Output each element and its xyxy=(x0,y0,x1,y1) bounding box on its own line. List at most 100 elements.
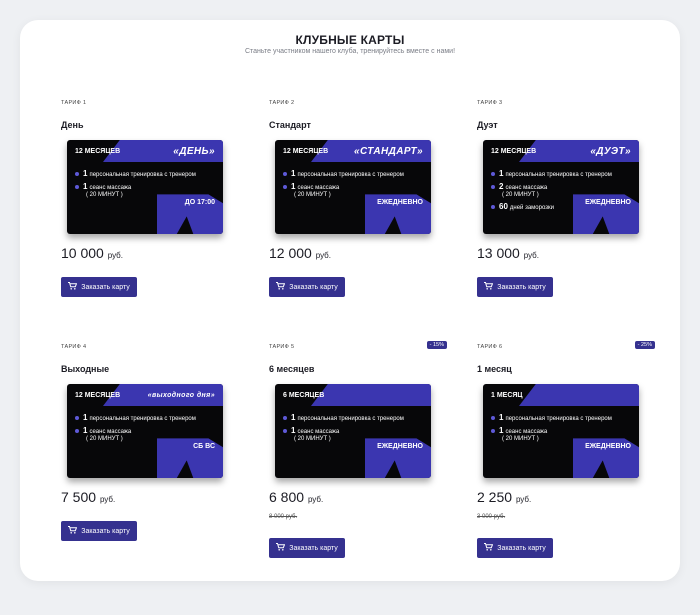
order-card-label: Заказать карту xyxy=(81,527,130,535)
tariff-tile: ТАРИФ 6 - 25% 1 месяц 1 МЕСЯЦ 1 персональная … xyxy=(477,341,655,564)
tariff-name: Стандарт xyxy=(269,120,311,130)
feature-text: персональная тренировка с тренером xyxy=(89,172,196,178)
old-price: 3 000 руб. xyxy=(477,514,506,520)
cart-icon xyxy=(68,526,78,536)
club-card-image: 12 МЕСЯЦЕВ «СТАНДАРТ» 1 персональная тренир… xyxy=(275,140,431,234)
tariff-tag: ТАРИФ 6 xyxy=(477,344,503,350)
tariff-tag: ТАРИФ 3 xyxy=(477,100,503,106)
card-period: 12 МЕСЯЦЕВ xyxy=(491,148,537,155)
club-card-image: 12 МЕСЯЦЕВ «выходного дня» 1 персональная т… xyxy=(67,384,223,478)
feature-text: персональная тренировка с тренером xyxy=(505,416,612,422)
card-feature: 1 персональная тренировка с тренером xyxy=(491,414,612,423)
feature-subtext: ( 20 МИНУТ ) xyxy=(502,436,539,442)
feature-subtext: ( 20 МИНУТ ) xyxy=(86,192,123,198)
card-period: 12 МЕСЯЦЕВ xyxy=(283,148,329,155)
order-card-label: Заказать карту xyxy=(81,283,130,291)
card-feature: 1 сеанс массажа( 20 МИНУТ ) xyxy=(283,427,404,443)
tariff-name: 1 месяц xyxy=(477,364,512,374)
order-card-button[interactable]: Заказать карту xyxy=(269,277,345,297)
price-currency: руб. xyxy=(307,495,324,504)
card-feature: 1 персональная тренировка с тренером xyxy=(75,414,196,423)
tariff-tile: ТАРИФ 5 - 15% 6 месяцев 6 МЕСЯЦЕВ 1 персональ… xyxy=(269,341,447,564)
card-period: 12 МЕСЯЦЕВ xyxy=(75,148,121,155)
order-card-label: Заказать карту xyxy=(289,283,338,291)
feature-subtext: ( 20 МИНУТ ) xyxy=(294,192,331,198)
tariff-tile: ТАРИФ 3 Дуэт 12 МЕСЯЦЕВ «ДУЭТ» 1 персональная… xyxy=(477,100,647,320)
card-plan: «выходного дня» xyxy=(147,392,215,399)
price: 7 500 руб. xyxy=(61,489,115,505)
cart-icon xyxy=(276,282,286,292)
card-schedule: СБ ВС xyxy=(193,443,215,450)
tariff-name: Дуэт xyxy=(477,120,498,130)
feature-text: персональная тренировка с тренером xyxy=(505,172,612,178)
price-currency: руб. xyxy=(515,495,532,504)
price-value: 13 000 xyxy=(477,245,520,261)
feature-count: 1 xyxy=(83,182,88,191)
discount-badge: - 15% xyxy=(426,341,447,349)
card-period: 12 МЕСЯЦЕВ xyxy=(75,392,121,399)
price-value: 7 500 xyxy=(61,489,97,505)
feature-subtext: ( 20 МИНУТ ) xyxy=(502,192,539,198)
price: 6 800 руб. xyxy=(269,489,323,505)
feature-count: 1 xyxy=(291,182,296,191)
card-plan: «ДУЭТ» xyxy=(590,146,631,157)
feature-count: 1 xyxy=(291,169,296,178)
cart-icon xyxy=(276,543,286,553)
price: 13 000 руб. xyxy=(477,245,539,261)
feature-count: 60 xyxy=(499,202,508,211)
card-plan: «СТАНДАРТ» xyxy=(354,146,423,157)
card-feature: 1 персональная тренировка с тренером xyxy=(283,414,404,423)
order-card-button[interactable]: Заказать карту xyxy=(269,538,345,558)
price-value: 2 250 xyxy=(477,489,513,505)
price-value: 6 800 xyxy=(269,489,305,505)
clubs-panel: КЛУБНЫЕ КАРТЫ Станьте участником нашего … xyxy=(20,20,680,581)
feature-text: сеанс массажа xyxy=(89,429,132,435)
cart-icon xyxy=(484,282,494,292)
price-currency: руб. xyxy=(107,251,123,260)
card-feature: 1 персональная тренировка с тренером xyxy=(283,170,404,179)
feature-text: сеанс массажа xyxy=(505,185,548,191)
order-card-label: Заказать карту xyxy=(497,283,546,291)
feature-text: персональная тренировка с тренером xyxy=(297,416,404,422)
feature-text: сеанс массажа xyxy=(89,185,132,191)
feature-count: 1 xyxy=(499,169,504,178)
order-card-button[interactable]: Заказать карту xyxy=(477,277,553,297)
card-features: 1 персональная тренировка с тренером 2 сеан… xyxy=(491,170,612,216)
tariff-tag: ТАРИФ 5 xyxy=(269,344,295,350)
tariff-tile: ТАРИФ 2 Стандарт 12 МЕСЯЦЕВ «СТАНДАРТ» 1 перс… xyxy=(269,100,439,320)
feature-text: сеанс массажа xyxy=(297,429,340,435)
feature-count: 1 xyxy=(499,413,504,422)
feature-count: 1 xyxy=(83,413,88,422)
card-feature: 1 персональная тренировка с тренером xyxy=(491,170,612,179)
card-schedule: ЕЖЕДНЕВНО xyxy=(585,443,631,450)
card-features: 1 персональная тренировка с тренером 1 сеан… xyxy=(75,414,196,447)
card-schedule: ЕЖЕДНЕВНО xyxy=(377,443,423,450)
tariff-tag: ТАРИФ 2 xyxy=(269,100,295,106)
feature-subtext: ( 20 МИНУТ ) xyxy=(86,436,123,442)
order-card-label: Заказать карту xyxy=(289,544,338,552)
feature-text: дней заморозки xyxy=(509,205,554,211)
card-features: 1 персональная тренировка с тренером 1 сеан… xyxy=(75,170,196,203)
feature-count: 1 xyxy=(83,426,88,435)
feature-count: 2 xyxy=(499,182,504,191)
price: 10 000 руб. xyxy=(61,245,123,261)
old-price: 8 000 руб. xyxy=(269,514,298,520)
card-period: 1 МЕСЯЦ xyxy=(491,392,523,399)
order-card-button[interactable]: Заказать карту xyxy=(477,538,553,558)
feature-text: сеанс массажа xyxy=(505,429,548,435)
feature-text: сеанс массажа xyxy=(297,185,340,191)
club-card-image: 1 МЕСЯЦ 1 персональная тренировка с тренер… xyxy=(483,384,639,478)
price: 2 250 руб. xyxy=(477,489,531,505)
card-feature: 1 сеанс массажа( 20 МИНУТ ) xyxy=(75,183,196,199)
card-feature: 1 персональная тренировка с тренером xyxy=(75,170,196,179)
club-card-image: 12 МЕСЯЦЕВ «ДЕНЬ» 1 персональная тренировка… xyxy=(67,140,223,234)
tariff-name: 6 месяцев xyxy=(269,364,315,374)
card-period: 6 МЕСЯЦЕВ xyxy=(283,392,325,399)
tariff-name: День xyxy=(61,120,84,130)
feature-subtext: ( 20 МИНУТ ) xyxy=(294,436,331,442)
price-value: 10 000 xyxy=(61,245,104,261)
order-card-button[interactable]: Заказать карту xyxy=(61,521,137,541)
card-schedule: ЕЖЕДНЕВНО xyxy=(585,199,631,206)
feature-count: 1 xyxy=(291,413,296,422)
order-card-button[interactable]: Заказать карту xyxy=(61,277,137,297)
